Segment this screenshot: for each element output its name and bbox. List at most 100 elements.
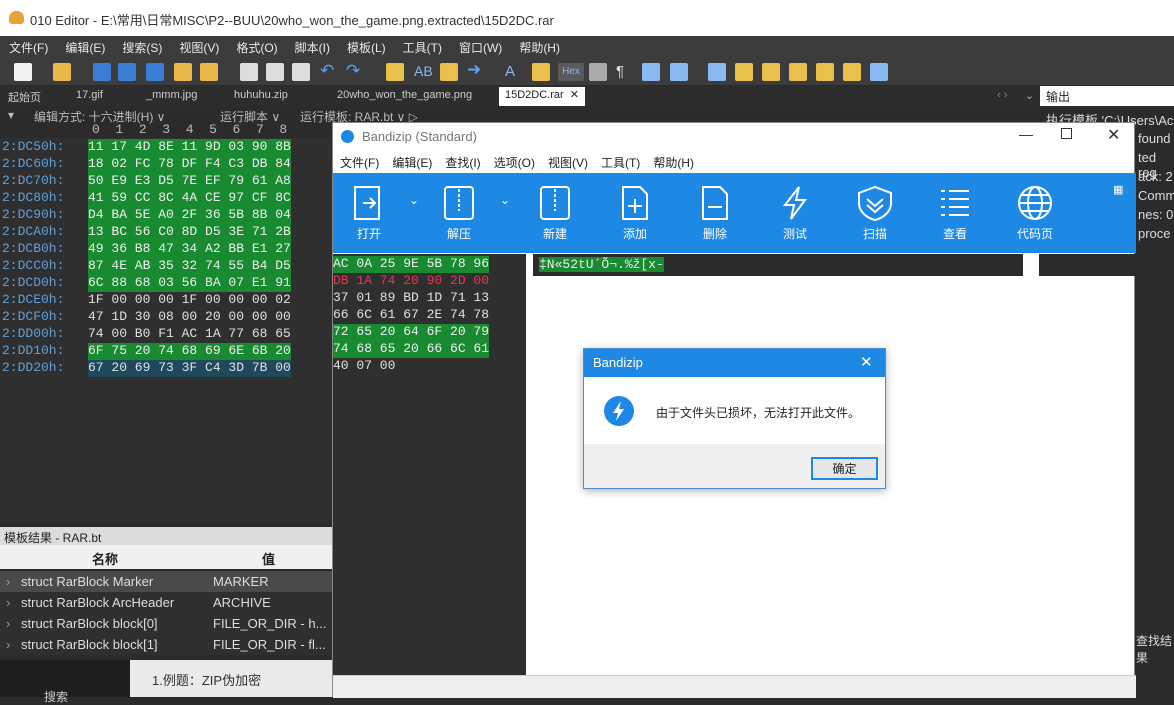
hex-row-bytes[interactable]: 87 4E AB 35 32 74 55 B4 D5 [88, 258, 291, 275]
hex-view-right[interactable]: AC 0A 25 9E 5B 78 96 DB 1A 74 20 90 2D 00… [333, 254, 526, 675]
redo-icon[interactable]: ↷ [346, 61, 364, 80]
menu-edit[interactable]: 编辑(E) [56, 36, 113, 56]
new-button[interactable]: 新建 [525, 177, 585, 251]
hex-row-bytes[interactable]: 11 17 4D 8E 11 9D 03 90 8B [88, 139, 291, 156]
tab-15d2dc-rar[interactable]: 15D2DC.rar ✕ [499, 87, 585, 106]
hex-row-bytes-right[interactable]: 74 68 65 20 66 6C 61 [333, 341, 490, 358]
test-button[interactable]: 测试 [765, 177, 825, 251]
bz-menu-find[interactable]: 查找(I) [438, 151, 486, 171]
bookmark-icon[interactable] [735, 63, 753, 81]
menu-tools[interactable]: 工具(T) [394, 36, 450, 56]
bz-menu-edit[interactable]: 编辑(E) [385, 151, 438, 171]
bz-menu-file[interactable]: 文件(F) [333, 151, 385, 171]
add-button[interactable]: 添加 [605, 177, 665, 251]
hex-row-bytes[interactable]: D4 BA 5E A0 2F 36 5B 8B 04 [88, 207, 291, 224]
tab-20who-png[interactable]: 20who_won_the_game.png [337, 89, 472, 106]
tab-mmm-jpg[interactable]: _mmm.jpg [146, 89, 197, 106]
expand-icon[interactable]: › [6, 574, 10, 589]
hex-row-bytes[interactable]: 1F 00 00 00 1F 00 00 00 02 [88, 292, 291, 309]
open-dropdown-icon[interactable]: ⌄ [409, 193, 419, 207]
taskbar-search[interactable]: 搜索 [0, 660, 130, 704]
hex-row-bytes-right[interactable]: 66 6C 61 67 2E 74 78 [333, 307, 489, 324]
bz-menu-options[interactable]: 选项(O) [487, 151, 541, 171]
extract-button[interactable]: 解压 [429, 177, 489, 251]
expand-icon[interactable]: › [6, 595, 10, 610]
close-folder-icon[interactable] [174, 63, 192, 81]
menu-script[interactable]: 脚本(I) [286, 36, 338, 56]
view-button[interactable]: 查看 [925, 177, 985, 251]
find-in-files-icon[interactable] [440, 63, 458, 81]
bz-menu-help[interactable]: 帮助(H) [646, 151, 700, 171]
hex-row-bytes[interactable]: 13 BC 56 C0 8D D5 3E 71 2B [88, 224, 291, 241]
tab-list-chevron-icon[interactable]: ⌄ [1025, 89, 1034, 106]
save-all-icon[interactable] [146, 63, 164, 81]
highlight-icon[interactable] [532, 63, 550, 81]
paste-icon[interactable] [292, 63, 310, 81]
save-icon[interactable] [93, 63, 111, 81]
maximize-icon[interactable] [1061, 128, 1072, 139]
hex-row-bytes-right[interactable]: 40 07 00 [333, 358, 395, 375]
replace-icon[interactable]: AB [414, 63, 433, 81]
new-file-icon[interactable] [14, 63, 32, 81]
pilcrow-icon[interactable]: ¶ [616, 63, 634, 81]
copy-icon[interactable] [266, 63, 284, 81]
minimize-icon[interactable]: — [1019, 126, 1033, 142]
hex-row-bytes[interactable]: 67 20 69 73 3F C4 3D 7B 00 [88, 360, 291, 377]
dialog-close-icon[interactable]: ✕ [860, 353, 873, 371]
close-tab-icon[interactable]: ✕ [570, 89, 579, 101]
hex-row-bytes[interactable]: 49 36 B8 47 34 A2 BB E1 27 [88, 241, 291, 258]
close-window-icon[interactable]: ✕ [1107, 125, 1120, 145]
goto-icon[interactable]: ➜ [467, 60, 485, 79]
layout-grid-icon[interactable]: ▦ [1113, 183, 1123, 196]
tab-17-gif[interactable]: 17.gif [76, 89, 103, 106]
calculator-icon[interactable] [708, 63, 726, 81]
compare-icon[interactable] [762, 63, 780, 81]
menu-file[interactable]: 文件(F) [0, 36, 56, 56]
hex-mode-button[interactable]: Hex [558, 63, 584, 81]
extract-dropdown-icon[interactable]: ⌄ [500, 193, 510, 207]
workspace-icon[interactable] [200, 63, 218, 81]
hex-row-bytes[interactable]: 50 E9 E3 D5 7E EF 79 61 A8 [88, 173, 291, 190]
tab-scroll-arrows-icon[interactable]: ‹ › [997, 89, 1007, 106]
scan-button[interactable]: 扫描 [845, 177, 905, 251]
menu-window[interactable]: 窗口(W) [450, 36, 510, 56]
columns-icon[interactable] [642, 63, 660, 81]
expand-icon[interactable]: › [6, 616, 10, 631]
save-as-icon[interactable] [118, 63, 136, 81]
hex-row-bytes[interactable]: 74 00 B0 F1 AC 1A 77 68 65 [88, 326, 291, 343]
hex-row-bytes[interactable]: 41 59 CC 8C 4A CE 97 CF 8C [88, 190, 291, 207]
menu-format[interactable]: 格式(O) [227, 36, 285, 56]
tab-huhuhu-zip[interactable]: huhuhu.zip [234, 89, 288, 106]
hex-row-bytes-right[interactable]: 37 01 89 BD 1D 71 13 [333, 290, 489, 307]
open-folder-icon[interactable] [53, 63, 71, 81]
histogram-icon[interactable] [816, 63, 834, 81]
find-icon[interactable] [386, 63, 404, 81]
cut-icon[interactable] [240, 63, 258, 81]
collapse-icon[interactable]: ▾ [8, 108, 14, 122]
binary-icon[interactable] [670, 63, 688, 81]
menu-template[interactable]: 模板(L) [338, 36, 394, 56]
tab-start-page[interactable]: 起始页 [8, 89, 41, 106]
hex-row-bytes[interactable]: 18 02 FC 78 DF F4 C3 DB 84 [88, 156, 291, 173]
font-icon[interactable]: A [505, 63, 523, 81]
find-results-tab[interactable]: 查找结果 [1136, 632, 1174, 666]
menu-view[interactable]: 视图(V) [170, 36, 227, 56]
hex-row-bytes-right[interactable]: DB 1A 74 20 90 2D 00 [333, 273, 489, 290]
hex-row-bytes[interactable]: 47 1D 30 08 00 20 00 00 00 [88, 309, 291, 326]
menu-search[interactable]: 搜索(S) [113, 36, 170, 56]
menu-help[interactable]: 帮助(H) [510, 36, 568, 56]
text-mode-icon[interactable] [589, 63, 607, 81]
ok-button[interactable]: 确定 [811, 457, 878, 480]
expand-icon[interactable]: › [6, 637, 10, 652]
bz-menu-tools[interactable]: 工具(T) [594, 151, 646, 171]
codepage-button[interactable]: 代码页 [1005, 177, 1065, 251]
delete-button[interactable]: 删除 [685, 177, 745, 251]
open-button[interactable]: 打开 [339, 177, 399, 251]
checksum-icon[interactable] [789, 63, 807, 81]
bz-menu-view[interactable]: 视图(V) [541, 151, 594, 171]
base-convert-icon[interactable] [870, 63, 888, 81]
hex-row-bytes[interactable]: 6F 75 20 74 68 69 6E 6B 20 [88, 343, 291, 360]
hex-row-bytes-right[interactable]: AC 0A 25 9E 5B 78 96 [333, 256, 490, 273]
hex-row-bytes-right[interactable]: 72 65 20 64 6F 20 79 [333, 324, 490, 341]
template-icon[interactable] [843, 63, 861, 81]
